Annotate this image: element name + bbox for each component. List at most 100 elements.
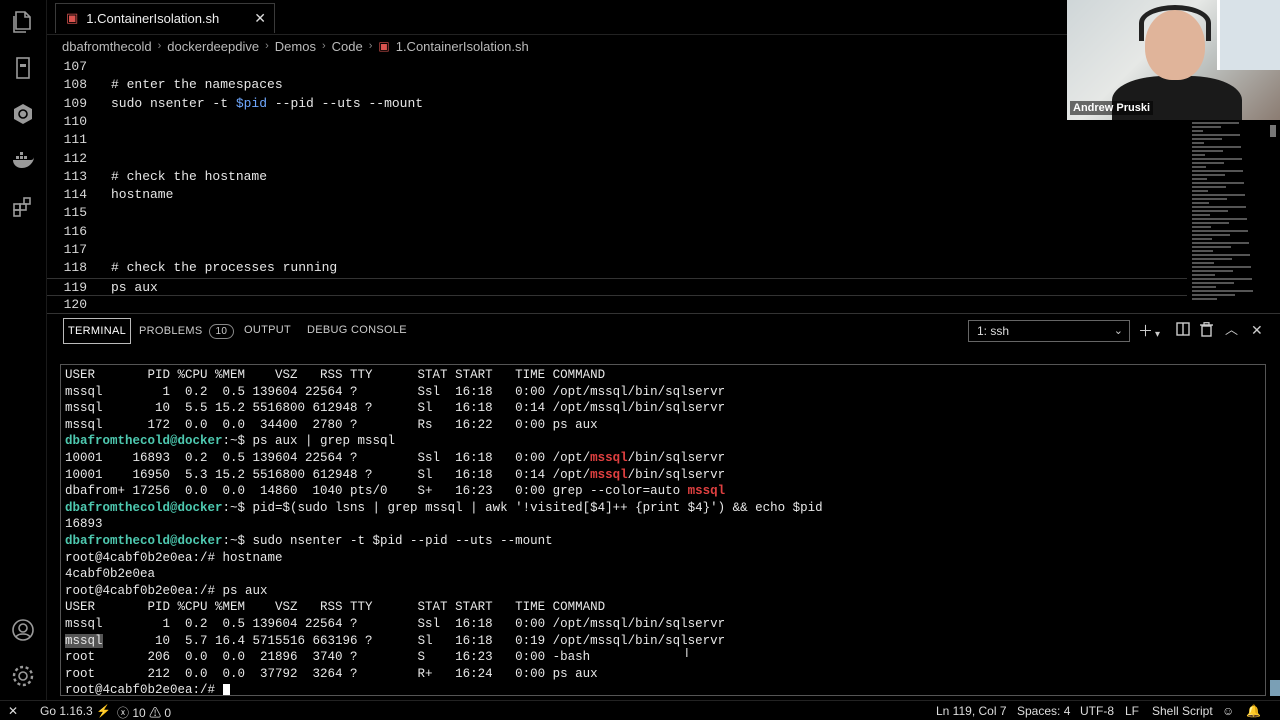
tab-debug-console[interactable]: DEBUG CONSOLE — [307, 324, 407, 336]
terminal-line: mssql 10 5.5 15.2 5516800 612948 ? Sl 16… — [65, 401, 726, 416]
breadcrumb-item[interactable]: dbafromthecold — [62, 39, 152, 54]
indentation[interactable]: Spaces: 4 — [1017, 704, 1070, 718]
scrollbar-thumb[interactable] — [1270, 125, 1276, 137]
code-line[interactable]: 116 — [47, 223, 1187, 241]
minimap-line — [1192, 178, 1207, 180]
trash-icon[interactable] — [1200, 322, 1213, 341]
code-line[interactable]: 120 — [47, 296, 1187, 310]
minimap[interactable] — [1188, 118, 1266, 308]
grep-match: mssql — [687, 484, 726, 499]
notifications-icon[interactable]: 🔔 — [1246, 704, 1261, 718]
status-bar: ✕ Go 1.16.3 ⚡ ⓧ 10 ⚠ 0 Ln 119, Col 7 Spa… — [0, 700, 1280, 720]
code-line[interactable]: 117 — [47, 241, 1187, 259]
minimap-line — [1192, 230, 1248, 232]
language-mode[interactable]: Shell Script — [1152, 704, 1213, 718]
minimap-line — [1192, 166, 1206, 168]
problems-count-badge: 10 — [208, 324, 235, 339]
breadcrumb-item[interactable]: 1.ContainerIsolation.sh — [396, 39, 529, 54]
code-line[interactable]: 115 — [47, 204, 1187, 222]
code-text: # enter the namespaces — [111, 77, 283, 93]
terminal-line: 10001 16950 5.3 15.2 5516800 612948 ? Sl… — [65, 467, 725, 484]
problems-status[interactable]: ⓧ 10 ⚠ 0 — [117, 704, 171, 720]
notebook-icon[interactable] — [11, 56, 35, 80]
add-terminal-icon[interactable]: ＋ — [1138, 322, 1153, 340]
code-line[interactable]: 119 ps aux — [47, 277, 1187, 296]
tab-problems-label: PROBLEMS — [139, 325, 203, 337]
chevron-down-icon: ⌄ — [1113, 325, 1123, 337]
tab-terminal[interactable]: TERMINAL — [63, 318, 132, 344]
terminal-line: root 206 0.0 0.0 21896 3740 ? S 16:23 0:… — [65, 650, 591, 665]
files-icon[interactable] — [11, 10, 35, 34]
maximize-panel-icon[interactable]: ︿ — [1225, 322, 1238, 340]
code-line[interactable]: 109 sudo nsenter -t $pid --pid --uts --mo… — [47, 95, 1187, 113]
tab-container-isolation[interactable]: ▣ 1.ContainerIsolation.sh ✕ — [55, 3, 275, 33]
encoding[interactable]: UTF-8 — [1080, 704, 1114, 718]
minimap-line — [1192, 134, 1240, 136]
terminal-select[interactable]: 1: ssh ⌄ — [968, 320, 1130, 342]
terminal-output[interactable]: USER PID %CPU %MEM VSZ RSS TTY STAT STAR… — [60, 364, 1266, 696]
code-line[interactable]: 118 # check the processes running — [47, 259, 1187, 277]
code-line[interactable]: 110 — [47, 113, 1187, 131]
line-number: 118 — [63, 260, 87, 276]
prompt-user-host: dbafromthecold@docker — [65, 534, 223, 548]
presenter-name: Andrew Pruski — [1070, 101, 1154, 115]
close-panel-icon[interactable]: ✕ — [1251, 322, 1263, 340]
output-text: /bin/sqlservr — [627, 451, 726, 465]
chevron-right-icon: › — [157, 40, 162, 52]
code-line[interactable]: 114 hostname — [47, 186, 1187, 204]
remote-icon[interactable]: ✕ — [8, 704, 18, 718]
code-editor[interactable]: 107 108 # enter the namespaces 109 sudo nsen… — [47, 58, 1187, 310]
minimap-line — [1192, 194, 1245, 196]
chevron-right-icon: › — [368, 40, 373, 52]
line-number: 110 — [63, 113, 87, 129]
headphones-icon — [1139, 5, 1211, 41]
minimap-line — [1192, 162, 1224, 164]
minimap-line — [1192, 242, 1249, 244]
error-icon: ⓧ — [117, 706, 130, 720]
grep-match: mssql — [590, 467, 628, 482]
shell-file-icon: ▣ — [66, 11, 79, 26]
split-terminal-icon[interactable] — [1176, 322, 1190, 340]
terminal-line: root@4cabf0b2e0ea:/# hostname — [65, 550, 283, 565]
extensions-icon[interactable] — [11, 196, 35, 220]
terminal-cursor — [222, 683, 230, 695]
editor-scrollbar[interactable] — [1268, 122, 1278, 308]
minimap-line — [1192, 138, 1222, 140]
line-number: 116 — [63, 223, 87, 239]
go-version[interactable]: Go 1.16.3 ⚡ — [40, 704, 111, 718]
output-text: dbafrom+ 17256 0.0 0.0 14860 1040 pts/0 … — [65, 484, 688, 499]
breadcrumb-item[interactable]: dockerdeepdive — [167, 39, 259, 54]
line-number: 114 — [63, 187, 87, 203]
line-number: 111 — [63, 132, 87, 148]
chevron-right-icon: › — [321, 40, 326, 52]
code-line[interactable]: 108 # enter the namespaces — [47, 76, 1187, 94]
minimap-line — [1192, 266, 1251, 268]
go-tool-icon: ⚡ — [96, 704, 112, 718]
kubernetes-icon[interactable] — [11, 103, 35, 127]
breadcrumb-item[interactable]: Demos — [275, 39, 316, 54]
feedback-icon[interactable]: ☺ — [1222, 704, 1234, 718]
tab-output[interactable]: OUTPUT — [244, 324, 291, 336]
code-line[interactable]: 107 — [47, 58, 1187, 76]
prompt-command: :~$ sudo nsenter -t $pid --pid --uts --m… — [222, 534, 553, 548]
cursor-position[interactable]: Ln 119, Col 7 — [936, 704, 1007, 718]
end-of-line[interactable]: LF — [1125, 704, 1139, 718]
minimap-line — [1192, 290, 1253, 292]
terminal-scrollbar[interactable] — [1270, 680, 1280, 696]
terminal-line: mssql 1 0.2 0.5 139604 22564 ? Ssl 16:18… — [65, 617, 726, 631]
code-line[interactable]: 113 # check the hostname — [47, 168, 1187, 186]
docker-icon[interactable] — [11, 150, 35, 174]
code-line[interactable]: 111 — [47, 131, 1187, 149]
minimap-line — [1192, 246, 1231, 248]
code-line[interactable]: 112 — [47, 150, 1187, 168]
settings-icon[interactable] — [11, 664, 35, 688]
chevron-down-icon[interactable]: ▾ — [1155, 326, 1160, 344]
minimap-line — [1192, 182, 1244, 184]
account-icon[interactable] — [11, 618, 35, 642]
tab-problems[interactable]: PROBLEMS 10 — [139, 324, 235, 339]
breadcrumb-item[interactable]: Code — [332, 39, 363, 54]
minimap-line — [1192, 198, 1227, 200]
minimap-line — [1192, 170, 1243, 172]
close-icon[interactable]: ✕ — [254, 10, 266, 27]
prompt-user-host: dbafromthecold@docker — [65, 500, 223, 515]
